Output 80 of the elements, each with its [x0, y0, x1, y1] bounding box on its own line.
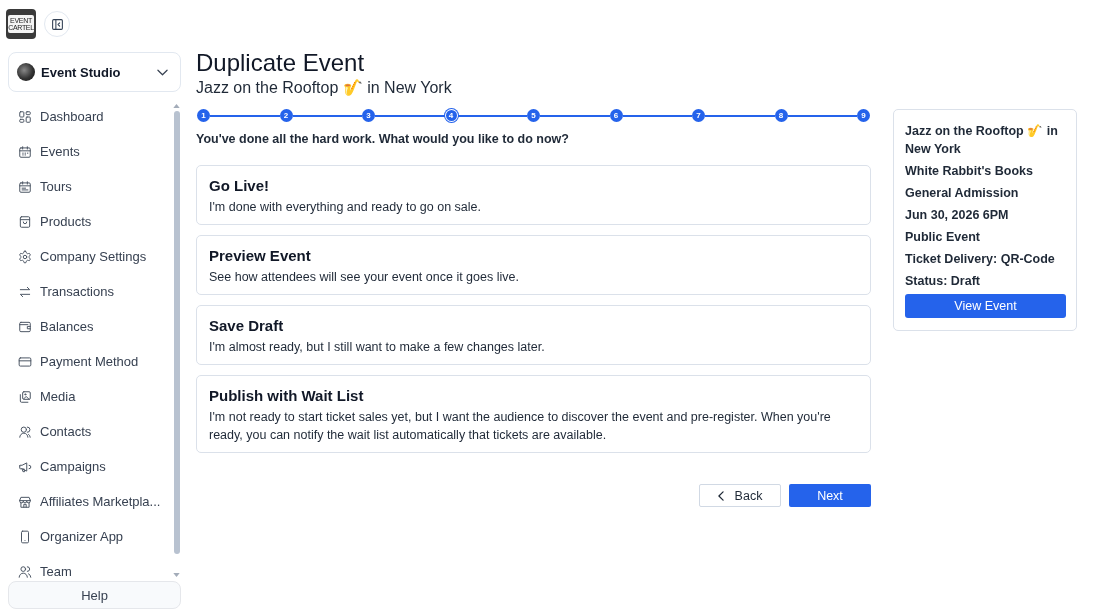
- gear-icon: [18, 249, 32, 264]
- phone-icon: [18, 529, 32, 544]
- step-connector: [375, 114, 445, 117]
- option-description: I'm not ready to start ticket sales yet, but I want the audience to discover the event and pre-register. When you're ready, you can notify the wait list automatically that tickets are available.: [209, 409, 832, 444]
- sidebar-item[interactable]: Products: [8, 204, 172, 239]
- option-card[interactable]: [196, 375, 871, 453]
- person-icon: [18, 424, 32, 439]
- triangle-up-icon[interactable]: [173, 104, 180, 108]
- event-subtitle: Jazz on the Rooftop 🎷 in New York: [196, 78, 453, 98]
- option-description: See how attendees will see your event once it goes live.: [209, 269, 520, 286]
- sidebar-item[interactable]: Media: [8, 379, 172, 414]
- step-marker[interactable]: 4: [444, 109, 458, 122]
- step-marker[interactable]: 6: [609, 109, 623, 122]
- step-marker[interactable]: 9: [857, 109, 870, 122]
- store-icon: [18, 494, 32, 509]
- sidebar-item[interactable]: Team: [8, 554, 172, 579]
- summary-line: Jazz on the Rooftop 🎷 in New York: [905, 123, 1059, 158]
- people-icon: [18, 564, 32, 579]
- sidebar-item[interactable]: Organizer App: [8, 519, 172, 554]
- calendar-icon: [18, 144, 32, 159]
- scrollbar[interactable]: [173, 104, 180, 577]
- step-connector: [292, 114, 362, 117]
- wallet-icon: [18, 319, 32, 334]
- sidebar-item[interactable]: Campaigns: [8, 449, 172, 484]
- step-connector: [540, 114, 610, 117]
- step-marker[interactable]: 8: [774, 109, 788, 122]
- option-title: Publish with Wait List: [209, 386, 365, 406]
- summary-line: Status: Draft: [905, 273, 981, 290]
- grid-icon: [18, 109, 32, 124]
- triangle-down-icon[interactable]: [173, 573, 180, 577]
- sidebar-item[interactable]: Events: [8, 134, 172, 169]
- back-button[interactable]: Back: [699, 484, 781, 507]
- step-connector: [457, 114, 527, 117]
- step-marker[interactable]: 7: [692, 109, 705, 122]
- sidebar-item[interactable]: Company Settings: [8, 239, 172, 274]
- sidebar-item[interactable]: Dashboard: [8, 99, 172, 134]
- option-title: Save Draft: [209, 316, 285, 336]
- option-title: Go Live!: [209, 176, 270, 196]
- collapse-sidebar-button[interactable]: [44, 11, 70, 37]
- credit-card-icon: [18, 354, 32, 369]
- help-button[interactable]: Help: [8, 581, 181, 609]
- option-card[interactable]: Go Live! I'm done with everything and ready to go on sale.: [196, 165, 871, 225]
- images-icon: [18, 389, 32, 404]
- bag-icon: [18, 214, 32, 229]
- option-description: I'm almost ready, but I still want to make a few changes later.: [209, 339, 546, 356]
- arrows-icon: [18, 284, 32, 299]
- step-marker[interactable]: 3: [362, 109, 375, 122]
- step-connector: [210, 114, 280, 117]
- calendar-icon: [18, 179, 32, 194]
- page-title: Duplicate Event: [196, 48, 366, 78]
- chevron-down-icon: [157, 68, 168, 76]
- step-marker[interactable]: 5: [527, 109, 540, 122]
- option-title: Preview Event: [209, 246, 312, 266]
- sidebar-item[interactable]: Contacts: [8, 414, 172, 449]
- summary-line: Public Event: [905, 229, 982, 246]
- chevron-left-icon: [717, 490, 724, 501]
- megaphone-icon: [18, 459, 32, 474]
- step-connector: [787, 114, 857, 117]
- sidebar-item[interactable]: Transactions: [8, 274, 172, 309]
- option-card[interactable]: Preview Event See how attendees will see your event once it goes live.: [196, 235, 871, 295]
- step-connector: [622, 114, 692, 117]
- step-marker[interactable]: 2: [279, 109, 293, 122]
- sidebar-item[interactable]: Tours: [8, 169, 172, 204]
- next-button[interactable]: Next: [789, 484, 871, 507]
- option-card[interactable]: Save Draft I'm almost ready, but I still want to make a few changes later.: [196, 305, 871, 365]
- summary-line: White Rabbit's Books: [905, 163, 1034, 180]
- sidebar-item[interactable]: Payment Method: [8, 344, 172, 379]
- summary-line: Ticket Delivery: QR-Code: [905, 251, 1056, 268]
- sidebar-item[interactable]: Affiliates Marketpla...: [8, 484, 172, 519]
- summary-line: Jun 30, 2026 6PM: [905, 207, 1010, 224]
- step-marker[interactable]: 1: [197, 109, 210, 122]
- option-description: I'm done with everything and ready to go on sale.: [209, 199, 482, 216]
- view-event-button[interactable]: View Event: [905, 294, 1066, 318]
- workspace-dropdown[interactable]: Event Studio: [8, 52, 181, 92]
- sidebar-item[interactable]: Balances: [8, 309, 172, 344]
- avatar-icon: [17, 63, 35, 81]
- prompt-text: You've done all the hard work. What would you like to do now?: [196, 132, 570, 147]
- panel-left-icon: [50, 17, 64, 31]
- step-connector: [705, 114, 775, 117]
- summary-line: General Admission: [905, 185, 1020, 202]
